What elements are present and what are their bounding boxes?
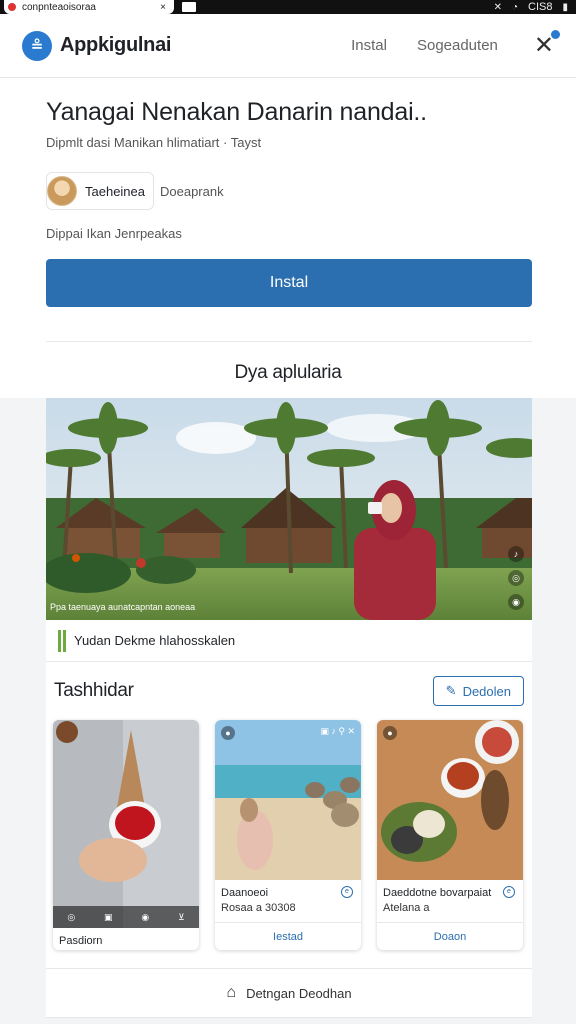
record-icon[interactable]: ◉ — [508, 594, 524, 610]
system-tray: ✕ ◔ CIS8 ▮ — [494, 1, 576, 13]
hero-note: Dippai Ikan Jenrpeakas — [46, 226, 182, 241]
app-header: ≗ Appkigulnai Instal Sogeaduten ✕ — [0, 14, 576, 78]
tag-icon[interactable]: e — [503, 886, 515, 898]
browser-tab[interactable]: conpnteaoisoraa × — [4, 0, 174, 14]
music-icon[interactable]: ♪ — [508, 546, 524, 562]
feature-caption: Yudan Dekme hlahosskalen — [74, 633, 236, 648]
battery-text: CIS8 — [528, 1, 553, 13]
install-button[interactable]: Instal — [46, 259, 532, 307]
quote-bar-icon — [58, 629, 66, 652]
nav-link-install[interactable]: Instal — [351, 37, 387, 54]
avatar — [47, 176, 77, 206]
gallery-header: Tashhidar ✎ Dedolen — [46, 662, 532, 706]
card-toolbar: ◎ ▣ ◉ ⊻ — [53, 906, 199, 928]
card-title: Daanoeoi — [221, 887, 269, 899]
wifi-icon: ◔ — [511, 1, 519, 13]
card-tool-icons: ▣ ♪ ⚲ ✕ — [320, 726, 355, 736]
card-sub: Atelana a — [383, 901, 430, 914]
gallery-cards: ◎ ▣ ◉ ⊻ Pasdiorn ● ▣ ♪ ⚲ ✕ Daanoeoi Rosa… — [53, 720, 523, 950]
brand-name: Appkigulnai — [60, 34, 172, 56]
card-thumbnail: ● ▣ ♪ ⚲ ✕ — [215, 720, 361, 880]
feature-photo — [46, 398, 532, 620]
tab-url: conpnteaoisoraa — [22, 1, 96, 13]
gallery-card[interactable]: ● ▣ ♪ ⚲ ✕ Daanoeoi Rosaa a 30308 e Iesta… — [215, 720, 361, 950]
hero-card: Yanagai Nenakan Danarin nandai.. Dipmlt … — [0, 78, 576, 398]
card-action[interactable]: Iestad — [215, 922, 361, 950]
avatar-icon: ● — [383, 726, 397, 740]
close-button[interactable]: ✕ — [534, 29, 560, 58]
divider — [46, 341, 532, 342]
record-icon[interactable]: ◉ — [141, 912, 149, 923]
notification-badge — [551, 29, 560, 39]
edit-icon: ✎ — [445, 683, 457, 698]
feature-caption-bar: Yudan Dekme hlahosskalen — [46, 620, 532, 662]
card-tool-icons: ⋮ — [508, 726, 517, 736]
image-icon[interactable]: ▣ — [104, 912, 113, 923]
tab-favicon-icon — [8, 3, 16, 11]
footer-label: Detngan Deodhan — [246, 985, 352, 1001]
signal-icon: ✕ — [493, 1, 502, 13]
tab-close-icon[interactable]: × — [160, 2, 166, 13]
author-chip[interactable]: Taeheinea — [46, 172, 154, 210]
app-logo-icon: ≗ — [22, 30, 52, 61]
play-icon[interactable]: ◎ — [67, 912, 75, 923]
feature-image[interactable]: Ppa taenuaya aunatcapntan aoneaa ♪ ◎ ◉ — [46, 398, 532, 620]
feature-side-icons: ♪ ◎ ◉ — [508, 546, 524, 610]
gallery-more-label: Dedolen — [462, 683, 511, 699]
card-sub: Rosaa a 30308 — [221, 901, 296, 914]
card-meta: Pasdiorn — [53, 928, 199, 949]
author-row: Taeheinea Doeaprank — [46, 172, 530, 210]
card-thumb-icons: ● ▣ ♪ ⚲ ✕ — [221, 726, 355, 740]
gallery-title: Tashhidar — [54, 680, 134, 701]
download-icon[interactable]: ⊻ — [178, 912, 185, 923]
gallery-card[interactable]: ◎ ▣ ◉ ⊻ Pasdiorn — [53, 720, 199, 950]
footer-bar[interactable]: ⌂ Detngan Deodhan — [46, 968, 532, 1018]
card-title: Daeddotne bovarpaiat — [383, 887, 492, 899]
author-role: Doeaprank — [160, 183, 224, 199]
author-name: Taeheinea — [85, 183, 145, 199]
home-icon: ⌂ — [226, 984, 237, 1001]
page-subtitle: Dipmlt dasi Manikan hlimatiart · Tayst — [46, 135, 262, 150]
card-title: Pasdiorn — [59, 935, 103, 947]
new-tab-icon[interactable] — [182, 2, 196, 12]
card-thumb-icons: ● ⋮ — [383, 726, 517, 740]
nav-link-second[interactable]: Sogeaduten — [417, 37, 498, 54]
page-title: Yanagai Nenakan Danarin nandai.. — [46, 98, 427, 126]
tag-icon[interactable]: e — [341, 886, 353, 898]
avatar-icon: ● — [221, 726, 235, 740]
gallery-card[interactable]: ● ⋮ Daeddotne bovarpaiat Atelana a e Doa… — [377, 720, 523, 950]
card-thumbnail: ◎ ▣ ◉ ⊻ — [53, 720, 199, 928]
status-bar: conpnteaoisoraa × ✕ ◔ CIS8 ▮ — [0, 0, 576, 14]
card-meta: Daeddotne bovarpaiat Atelana a e — [377, 880, 523, 916]
feature-overlay-caption: Ppa taenuaya aunatcapntan aoneaa — [50, 602, 196, 612]
battery-icon: ▮ — [562, 1, 568, 13]
target-icon[interactable]: ◎ — [508, 570, 524, 586]
header-nav: Instal Sogeaduten — [351, 37, 498, 54]
gallery-section: Tashhidar ✎ Dedolen ◎ ▣ ◉ ⊻ Pasdiorn ● ▣… — [46, 662, 532, 968]
gallery-more-button[interactable]: ✎ Dedolen — [432, 676, 524, 706]
card-meta: Daanoeoi Rosaa a 30308 e — [215, 880, 361, 916]
card-action[interactable]: Doaon — [377, 922, 523, 950]
section-title: Dya aplularia — [234, 362, 342, 383]
card-thumbnail: ● ⋮ — [377, 720, 523, 880]
